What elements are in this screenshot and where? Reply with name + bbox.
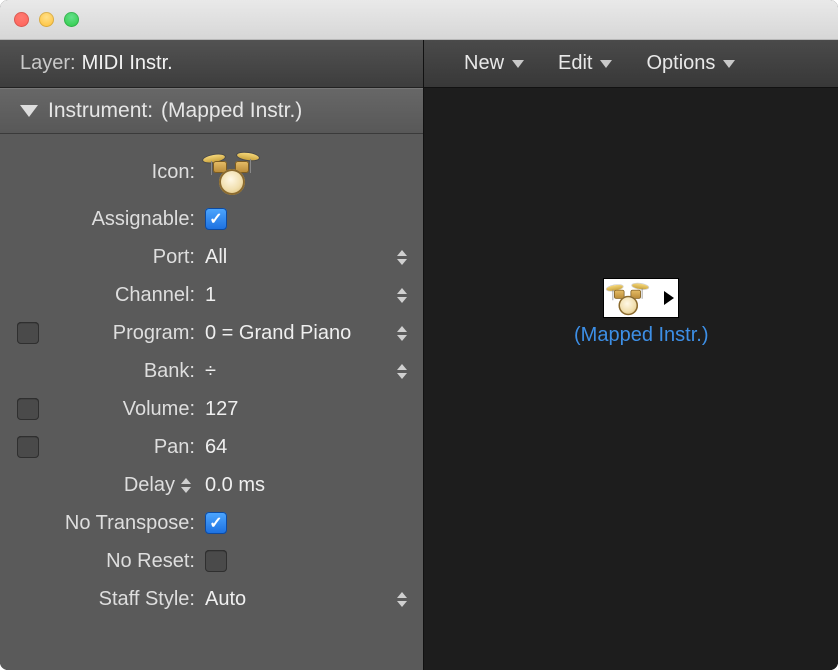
instrument-disclosure-header[interactable]: Instrument: (Mapped Instr.) xyxy=(0,88,423,134)
delay-mode-stepper[interactable] xyxy=(181,476,195,494)
row-no-reset: No Reset: xyxy=(10,542,413,580)
environment-panel: New Edit Options xyxy=(424,40,838,670)
no-reset-checkbox[interactable] xyxy=(205,550,227,572)
delay-label-area[interactable]: Delay xyxy=(46,474,201,497)
zoom-window-button[interactable] xyxy=(64,12,79,27)
delay-label: Delay xyxy=(124,474,175,497)
no-reset-label: No Reset: xyxy=(46,550,201,573)
object-label: (Mapped Instr.) xyxy=(574,324,709,347)
staff-style-stepper[interactable] xyxy=(397,588,411,610)
bank-value-field[interactable]: ÷ xyxy=(201,360,413,383)
environment-canvas[interactable]: (Mapped Instr.) xyxy=(424,88,838,670)
bank-stepper[interactable] xyxy=(397,360,411,382)
program-value-field[interactable]: 0 = Grand Piano xyxy=(201,322,413,345)
disclosure-triangle-icon xyxy=(20,105,38,117)
icon-picker[interactable] xyxy=(201,149,413,195)
pan-label: Pan: xyxy=(46,436,201,459)
instrument-header-label: Instrument: xyxy=(48,99,153,123)
close-window-button[interactable] xyxy=(14,12,29,27)
volume-value: 127 xyxy=(205,398,238,421)
instrument-name: (Mapped Instr.) xyxy=(161,99,302,123)
program-enable-checkbox[interactable] xyxy=(17,322,39,344)
environment-window: Layer: MIDI Instr. Instrument: (Mapped I… xyxy=(0,0,838,670)
new-menu-label: New xyxy=(464,52,504,75)
object-thumbnail xyxy=(603,278,679,318)
minimize-window-button[interactable] xyxy=(39,12,54,27)
channel-value: 1 xyxy=(205,284,216,307)
window-titlebar xyxy=(0,0,838,40)
icon-label: Icon: xyxy=(46,161,201,184)
channel-label: Channel: xyxy=(46,284,201,307)
layer-value: MIDI Instr. xyxy=(82,52,173,75)
port-label: Port: xyxy=(46,246,201,269)
row-delay: Delay 0.0 ms xyxy=(10,466,413,504)
row-port: Port: All xyxy=(10,238,413,276)
pan-enable-checkbox[interactable] xyxy=(17,436,39,458)
row-bank: Bank: ÷ xyxy=(10,352,413,390)
row-program: Program: 0 = Grand Piano xyxy=(10,314,413,352)
row-pan: Pan: 64 xyxy=(10,428,413,466)
row-volume: Volume: 127 xyxy=(10,390,413,428)
window-controls xyxy=(14,12,79,27)
options-menu-label: Options xyxy=(646,52,715,75)
new-menu[interactable]: New xyxy=(454,48,534,79)
port-stepper[interactable] xyxy=(397,246,411,268)
delay-value-field[interactable]: 0.0 ms xyxy=(201,474,413,497)
volume-enable-checkbox[interactable] xyxy=(17,398,39,420)
channel-stepper[interactable] xyxy=(397,284,411,306)
staff-style-value: Auto xyxy=(205,588,246,611)
drumkit-icon xyxy=(608,281,647,316)
assignable-checkbox[interactable] xyxy=(205,208,227,230)
inspector-body: Icon: Assignable: xyxy=(0,134,423,670)
no-transpose-label: No Transpose: xyxy=(46,512,201,535)
row-no-transpose: No Transpose: xyxy=(10,504,413,542)
options-menu[interactable]: Options xyxy=(636,48,745,79)
window-body: Layer: MIDI Instr. Instrument: (Mapped I… xyxy=(0,40,838,670)
channel-value-field[interactable]: 1 xyxy=(201,284,413,307)
pan-value-field[interactable]: 64 xyxy=(201,436,413,459)
chevron-down-icon xyxy=(600,60,612,68)
chevron-down-icon xyxy=(512,60,524,68)
environment-toolbar: New Edit Options xyxy=(424,40,838,88)
port-value: All xyxy=(205,246,227,269)
output-triangle-icon[interactable] xyxy=(664,291,674,305)
delay-value: 0.0 ms xyxy=(205,474,265,497)
pan-value: 64 xyxy=(205,436,227,459)
drumkit-icon xyxy=(205,149,257,195)
bank-label: Bank: xyxy=(46,360,201,383)
row-icon: Icon: xyxy=(10,144,413,200)
edit-menu-label: Edit xyxy=(558,52,592,75)
row-staff-style: Staff Style: Auto xyxy=(10,580,413,618)
volume-label: Volume: xyxy=(46,398,201,421)
port-value-field[interactable]: All xyxy=(201,246,413,269)
edit-menu[interactable]: Edit xyxy=(548,48,622,79)
volume-value-field[interactable]: 127 xyxy=(201,398,413,421)
row-channel: Channel: 1 xyxy=(10,276,413,314)
inspector-panel: Layer: MIDI Instr. Instrument: (Mapped I… xyxy=(0,40,424,670)
layer-selector[interactable]: Layer: MIDI Instr. xyxy=(0,40,423,88)
no-transpose-checkbox[interactable] xyxy=(205,512,227,534)
program-value: 0 = Grand Piano xyxy=(205,322,351,345)
row-assignable: Assignable: xyxy=(10,200,413,238)
chevron-down-icon xyxy=(723,60,735,68)
bank-value: ÷ xyxy=(205,360,216,383)
program-label: Program: xyxy=(46,322,201,345)
mapped-instrument-object[interactable]: (Mapped Instr.) xyxy=(574,278,709,347)
staff-style-value-field[interactable]: Auto xyxy=(201,588,413,611)
layer-label: Layer: xyxy=(20,52,76,75)
program-stepper[interactable] xyxy=(397,322,411,344)
staff-style-label: Staff Style: xyxy=(46,588,201,611)
assignable-label: Assignable: xyxy=(46,208,201,231)
